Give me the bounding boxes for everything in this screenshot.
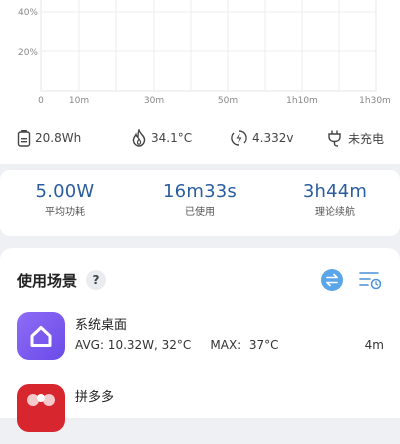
list-history-button[interactable] [358,269,382,291]
app-stats: AVG: 10.32W, 32°C MAX: 37°C [75,338,279,352]
avg-power-label: 平均功耗 [45,207,85,218]
home-icon [17,312,65,360]
battery-capacity-value: 20.8Wh [35,131,82,145]
help-button[interactable]: ? [86,270,106,290]
battery-icon [17,129,31,147]
voltage-icon [230,129,248,147]
app-row[interactable]: 系统桌面 AVG: 10.32W, 32°C MAX: 37°C 4m [0,312,400,372]
app-name: 拼多多 [75,390,115,405]
x-tick-label: 0 [38,96,44,106]
battery-voltage: 4.332v [230,118,293,158]
chart-svg: 40% 20% 0 10m 30m 50m 1h10m 1h30m [18,0,391,106]
plug-icon [326,129,344,147]
avg-power-value: 5.00W [35,181,95,202]
used-time-value: 16m33s [163,181,237,202]
flame-icon [131,129,147,147]
remaining-time-value: 3h44m [302,181,368,202]
avg-power-stat: 5.00W 平均功耗 [0,180,130,222]
usage-scenes-card: 使用场景 ? 系统桌面 AVG: 10.32W, 32°C MAX: 37°C … [0,248,400,432]
scenes-title: 使用场景 [17,272,78,290]
charging-status-value: 未充电 [348,131,385,146]
used-time-label: 已使用 [185,207,215,218]
pinduoduo-icon [17,384,65,432]
remaining-time-stat: 3h44m 理论续航 [270,180,400,222]
battery-info-row: 20.8Wh 34.1°C 4.332v 未充电 [0,118,400,158]
x-tick-label: 1h10m [286,96,318,106]
battery-temperature: 34.1°C [131,118,192,158]
app-name: 系统桌面 [75,318,128,333]
x-tick-label: 30m [144,96,164,106]
y-tick-label: 40% [18,8,38,18]
voltage-value: 4.332v [252,131,294,145]
chart-plot-area [40,0,377,92]
swap-icon [326,273,338,287]
remaining-time-label: 理论续航 [315,207,355,218]
x-tick-label: 10m [69,96,89,106]
x-tick-label: 50m [218,96,238,106]
app-time: 4m [364,338,384,352]
y-tick-label: 20% [18,48,38,58]
list-clock-icon [359,272,382,290]
swap-button[interactable] [321,269,343,291]
used-time-stat: 16m33s 已使用 [135,180,265,222]
vertical-grid [78,0,340,91]
temperature-value: 34.1°C [151,131,193,145]
usage-stats-card: 5.00W 平均功耗 16m33s 已使用 3h44m 理论续航 [0,170,400,236]
battery-capacity: 20.8Wh [17,118,81,158]
app-row[interactable]: 拼多多 [0,384,400,444]
x-tick-label: 1h30m [359,96,391,106]
charging-status: 未充电 [326,118,384,158]
